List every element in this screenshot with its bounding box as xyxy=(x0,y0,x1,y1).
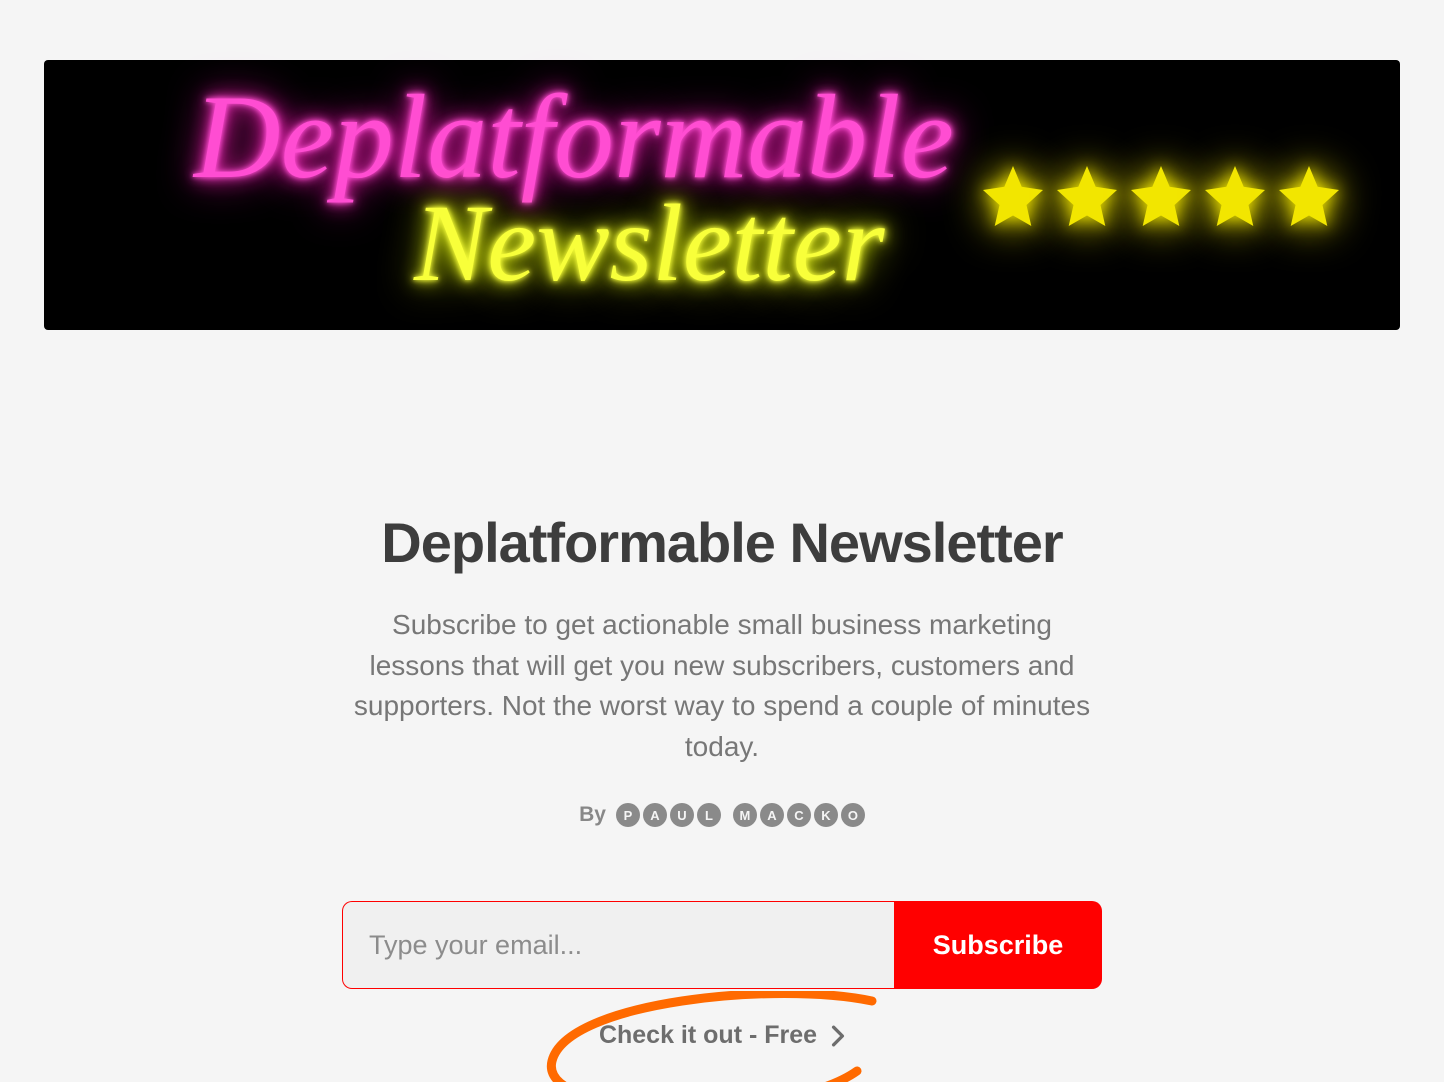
author-letter: C xyxy=(787,803,811,827)
page-title: Deplatformable Newsletter xyxy=(342,510,1102,575)
byline-prefix: By xyxy=(579,803,606,827)
star-icon xyxy=(1199,160,1271,232)
star-icon xyxy=(1125,160,1197,232)
author-letter: L xyxy=(697,803,721,827)
check-it-out-link[interactable]: Check it out - Free xyxy=(599,1021,845,1050)
chevron-right-icon xyxy=(831,1025,845,1047)
star-icon xyxy=(1273,160,1345,232)
hero-word-2: Newsletter xyxy=(414,180,885,307)
check-it-out-label: Check it out - Free xyxy=(599,1021,817,1050)
author-letter: O xyxy=(841,803,865,827)
author-name[interactable]: P A U L M A C K O xyxy=(616,803,865,827)
hero-banner: Deplatformable Newsletter xyxy=(44,60,1400,330)
author-letter: A xyxy=(760,803,784,827)
author-letter: K xyxy=(814,803,838,827)
page-subtitle: Subscribe to get actionable small busine… xyxy=(342,605,1102,767)
email-field[interactable] xyxy=(342,901,894,989)
author-letter: P xyxy=(616,803,640,827)
star-icon xyxy=(1051,160,1123,232)
star-icon xyxy=(977,160,1049,232)
signup-form: Subscribe xyxy=(342,901,1102,989)
subscribe-button[interactable]: Subscribe xyxy=(894,901,1102,989)
author-letter: U xyxy=(670,803,694,827)
author-letter: A xyxy=(643,803,667,827)
rating-stars xyxy=(977,160,1345,232)
byline: By P A U L M A C K O xyxy=(342,803,1102,827)
author-letter: M xyxy=(733,803,757,827)
